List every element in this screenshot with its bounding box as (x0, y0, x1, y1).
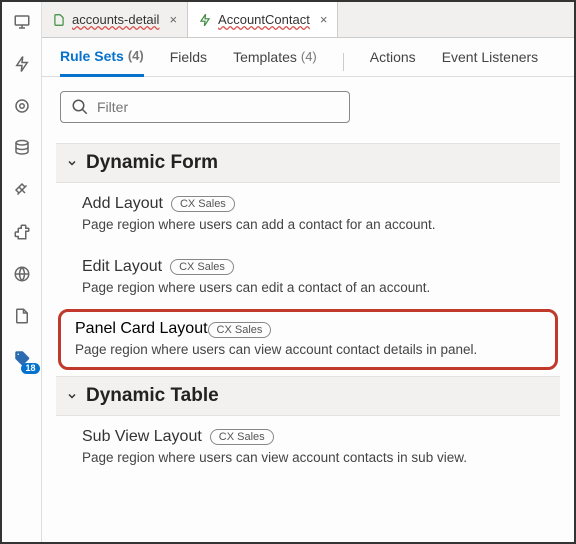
close-icon[interactable]: × (169, 12, 177, 27)
layout-item-edit[interactable]: Edit Layout CX Sales Page region where us… (60, 246, 556, 309)
subtab-label: Fields (170, 49, 207, 65)
activity-bar: 18 (2, 2, 42, 542)
file-tabs-bar: accounts-detail × AccountContact × (42, 2, 574, 38)
section-title: Dynamic Form (86, 152, 218, 174)
target-icon[interactable] (10, 94, 34, 118)
tab-event-listeners[interactable]: Event Listeners (442, 49, 539, 75)
layout-title: Panel Card Layout (75, 320, 208, 337)
extension-icon[interactable] (10, 220, 34, 244)
search-icon (71, 98, 89, 116)
section-title: Dynamic Table (86, 385, 219, 407)
tab-rule-sets[interactable]: Rule Sets(4) (60, 48, 144, 77)
layout-desc: Page region where users can add a contac… (82, 217, 550, 232)
layout-item-sub-view[interactable]: Sub View Layout CX Sales Page region wher… (60, 416, 556, 479)
layout-item-panel-card-highlighted[interactable]: Panel Card LayoutCX Sales Page region wh… (58, 309, 558, 370)
layout-desc: Page region where users can edit a conta… (82, 280, 550, 295)
file-tab-label: accounts-detail (72, 12, 159, 27)
main-panel: accounts-detail × AccountContact × Rule … (42, 2, 574, 542)
layout-title: Add Layout (82, 195, 163, 213)
tab-fields[interactable]: Fields (170, 49, 207, 75)
pill-badge: CX Sales (170, 259, 234, 275)
pill-badge: CX Sales (171, 196, 235, 212)
globe-icon[interactable] (10, 262, 34, 286)
database-icon[interactable] (10, 136, 34, 160)
subtab-count: (4) (128, 48, 144, 64)
chevron-down-icon (66, 157, 78, 169)
layout-title: Edit Layout (82, 258, 162, 276)
subtab-label: Rule Sets (60, 48, 124, 64)
layout-desc: Page region where users can view account… (75, 342, 547, 357)
page-icon (52, 13, 66, 27)
filter-input[interactable] (97, 99, 339, 115)
filter-container (60, 91, 350, 123)
subtabs-bar: Rule Sets(4) Fields Templates(4) Actions… (42, 38, 574, 77)
pill-badge: CX Sales (210, 429, 274, 445)
subtab-label: Event Listeners (442, 49, 539, 65)
tab-templates[interactable]: Templates(4) (233, 49, 317, 75)
tab-actions[interactable]: Actions (370, 49, 416, 75)
bolt-icon[interactable] (10, 52, 34, 76)
badge-count: 18 (21, 363, 39, 374)
plug-icon[interactable] (10, 178, 34, 202)
tag-icon[interactable]: 18 (10, 346, 34, 370)
layout-desc: Page region where users can view account… (82, 450, 550, 465)
layout-title: Sub View Layout (82, 428, 202, 446)
pill-badge: CX Sales (208, 322, 272, 338)
file-tab-account-contact[interactable]: AccountContact × (188, 2, 338, 37)
subtab-count: (4) (301, 49, 317, 65)
close-icon[interactable]: × (320, 12, 328, 27)
layout-item-add[interactable]: Add Layout CX Sales Page region where use… (60, 183, 556, 246)
subtab-label: Templates (233, 49, 297, 65)
separator (343, 53, 344, 71)
file-icon[interactable] (10, 304, 34, 328)
file-tab-accounts-detail[interactable]: accounts-detail × (42, 2, 188, 37)
content-area: Dynamic Form Add Layout CX Sales Page reg… (42, 77, 574, 493)
section-dynamic-table[interactable]: Dynamic Table (56, 376, 560, 416)
section-dynamic-form[interactable]: Dynamic Form (56, 143, 560, 183)
chevron-down-icon (66, 390, 78, 402)
subtab-label: Actions (370, 49, 416, 65)
bolt-page-icon (198, 13, 212, 27)
file-tab-label: AccountContact (218, 12, 310, 27)
monitor-icon[interactable] (10, 10, 34, 34)
